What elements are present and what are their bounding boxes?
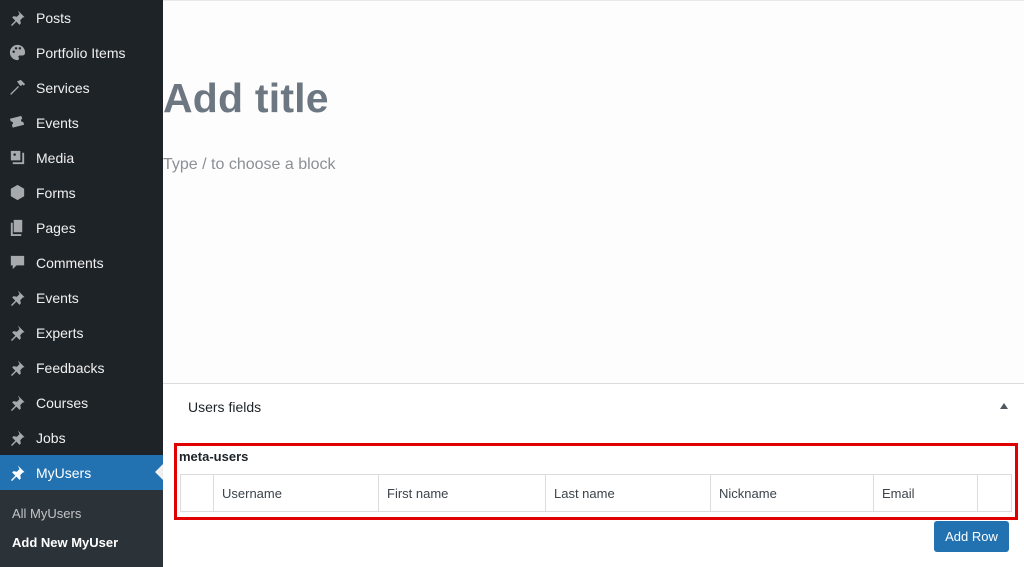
users-fields-metabox: Users fields meta-users Username First n…: [163, 383, 1024, 567]
tickets-icon: [7, 113, 27, 133]
column-header-first-name: First name: [379, 475, 546, 511]
sidebar-item-label: Services: [36, 79, 90, 96]
sidebar-item-label: Posts: [36, 9, 72, 26]
sidebar-item-pages[interactable]: Pages: [0, 210, 163, 245]
pin-icon: [7, 428, 27, 448]
column-header-username: Username: [214, 475, 379, 511]
sidebar-item-services[interactable]: Services: [0, 70, 163, 105]
sidebar-item-forms[interactable]: Forms: [0, 175, 163, 210]
sidebar-item-label: Jobs: [36, 429, 66, 446]
column-header-email: Email: [874, 475, 978, 511]
sidebar-item-jobs[interactable]: Jobs: [0, 420, 163, 455]
sidebar-item-courses[interactable]: Courses: [0, 385, 163, 420]
metabox-title: Users fields: [188, 399, 262, 415]
pin-icon: [7, 8, 27, 28]
palette-icon: [7, 43, 27, 63]
sidebar-item-label: Experts: [36, 324, 84, 341]
sidebar-item-feedbacks[interactable]: Feedbacks: [0, 350, 163, 385]
sidebar-item-label: Courses: [36, 394, 89, 411]
row-actions-cell: [978, 475, 1011, 511]
submenu-item-add-new-myuser[interactable]: Add New MyUser: [12, 535, 118, 550]
sidebar-item-media[interactable]: Media: [0, 140, 163, 175]
submenu-item-all-myusers[interactable]: All MyUsers: [12, 506, 81, 521]
pin-icon: [7, 288, 27, 308]
field-label: meta-users: [179, 449, 249, 464]
sidebar-item-events-2[interactable]: Events: [0, 280, 163, 315]
row-handle-cell: [181, 475, 214, 511]
sidebar-item-experts[interactable]: Experts: [0, 315, 163, 350]
column-header-last-name: Last name: [546, 475, 711, 511]
sidebar-item-myusers[interactable]: MyUsers: [0, 455, 163, 490]
collapse-arrow-icon[interactable]: [1000, 403, 1008, 409]
repeater-table: Username First name Last name Nickname E…: [180, 474, 1012, 512]
sidebar-item-label: Feedbacks: [36, 359, 105, 376]
sidebar-item-comments[interactable]: Comments: [0, 245, 163, 280]
pages-icon: [7, 218, 27, 238]
sidebar-submenu: All MyUsers Add New MyUser: [0, 490, 163, 567]
block-appender[interactable]: Type / to choose a block: [163, 156, 336, 174]
media-icon: [7, 148, 27, 168]
comment-icon: [7, 253, 27, 273]
column-header-nickname: Nickname: [711, 475, 874, 511]
sidebar-item-label: Media: [36, 149, 75, 166]
add-row-button[interactable]: Add Row: [934, 521, 1009, 552]
pin-icon: [7, 393, 27, 413]
editor-canvas: Add title Type / to choose a block: [163, 0, 1024, 383]
sidebar-item-label: Portfolio Items: [36, 44, 126, 61]
admin-sidebar: Posts Portfolio Items Services Events Me…: [0, 0, 163, 567]
sidebar-item-portfolio-items[interactable]: Portfolio Items: [0, 35, 163, 70]
sidebar-item-label: Forms: [36, 184, 76, 201]
sidebar-item-label: MyUsers: [36, 464, 92, 481]
sidebar-item-label: Events: [36, 114, 79, 131]
sidebar-item-label: Events: [36, 289, 79, 306]
pin-icon: [7, 463, 27, 483]
forms-icon: [7, 183, 27, 203]
hammer-icon: [7, 78, 27, 98]
sidebar-item-label: Comments: [36, 254, 104, 271]
sidebar-item-events[interactable]: Events: [0, 105, 163, 140]
pin-icon: [7, 323, 27, 343]
post-title-input[interactable]: Add title: [163, 75, 329, 122]
sidebar-item-label: Pages: [36, 219, 76, 236]
sidebar-item-posts[interactable]: Posts: [0, 0, 163, 35]
pin-icon: [7, 358, 27, 378]
